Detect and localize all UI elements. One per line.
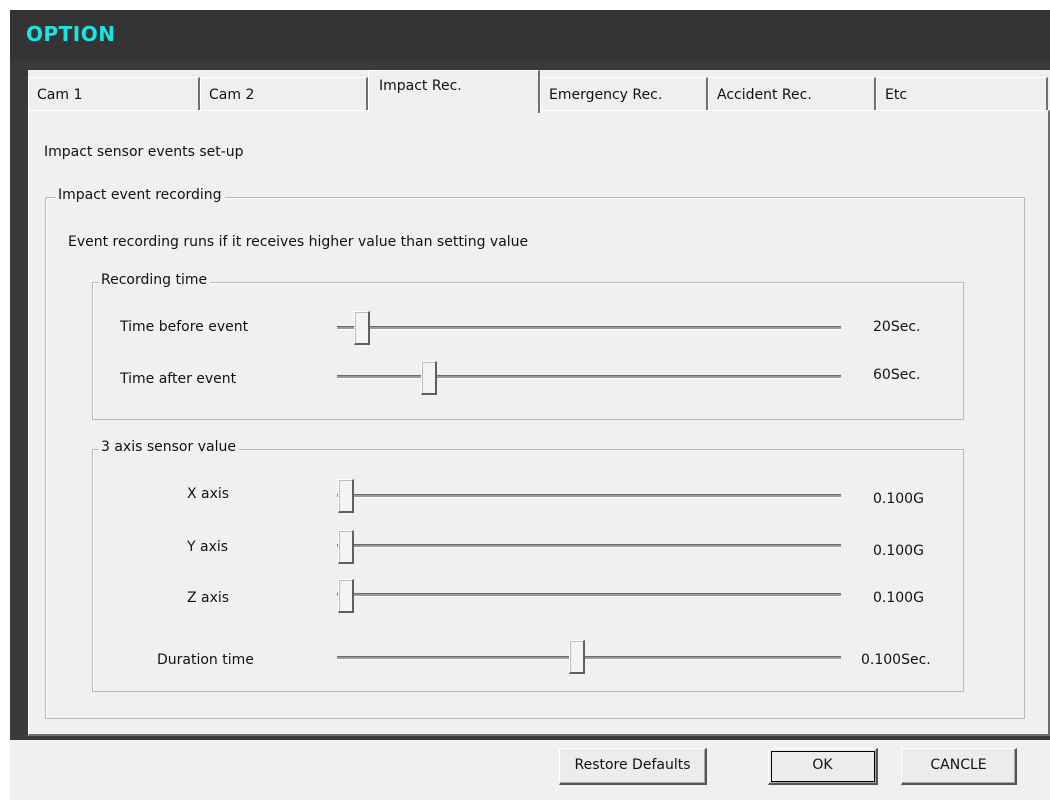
tab-cam-1[interactable]: Cam 1: [28, 77, 200, 112]
tab-label: Impact Rec.: [379, 78, 462, 94]
sensor-value-legend: 3 axis sensor value: [99, 439, 239, 455]
z-axis-thumb[interactable]: [338, 579, 354, 613]
y-axis-thumb[interactable]: [338, 530, 354, 564]
x-axis-thumb[interactable]: [338, 479, 354, 513]
tab-cam-2[interactable]: Cam 2: [200, 77, 368, 112]
duration-time-value: 0.100Sec.: [861, 652, 931, 668]
time-before-label: Time before event: [120, 319, 249, 335]
tab-accident-rec[interactable]: Accident Rec.: [708, 77, 876, 112]
time-before-value: 20Sec.: [873, 319, 921, 335]
y-axis-label: Y axis: [187, 539, 229, 555]
time-before-thumb[interactable]: [354, 311, 370, 345]
tab-label: Accident Rec.: [717, 87, 812, 103]
option-dialog: OPTION Cam 1 Cam 2 Impact Rec. Emergency…: [10, 10, 1050, 800]
tab-label: Etc: [885, 87, 908, 103]
cancel-button[interactable]: CANCLE: [901, 748, 1017, 785]
z-axis-value: 0.100G: [873, 590, 924, 606]
tab-label: Cam 2: [209, 87, 255, 103]
tab-etc[interactable]: Etc: [876, 77, 1048, 112]
y-axis-track[interactable]: [337, 545, 841, 548]
time-after-label: Time after event: [120, 371, 237, 387]
sensor-value-group: 3 axis sensor value X axis 0.100G Y axis…: [92, 439, 964, 692]
z-axis-track[interactable]: [337, 594, 841, 597]
duration-time-thumb[interactable]: [569, 640, 585, 674]
duration-time-label: Duration time: [157, 652, 254, 668]
impact-rec-panel: Impact sensor events set-up Impact event…: [28, 110, 1050, 736]
time-before-track[interactable]: [337, 327, 841, 330]
y-axis-value: 0.100G: [873, 543, 924, 559]
z-axis-label: Z axis: [187, 590, 230, 606]
x-axis-track[interactable]: [337, 495, 841, 498]
panel-heading: Impact sensor events set-up: [44, 144, 244, 160]
tab-label: Cam 1: [37, 87, 83, 103]
title-bar: OPTION: [10, 10, 1050, 60]
impact-description: Event recording runs if it receives high…: [68, 234, 529, 250]
x-axis-label: X axis: [187, 486, 230, 502]
recording-time-legend: Recording time: [99, 272, 211, 288]
restore-defaults-button[interactable]: Restore Defaults: [559, 748, 707, 785]
duration-time-track[interactable]: [337, 657, 841, 660]
impact-event-legend: Impact event recording: [56, 187, 225, 203]
impact-event-group: Impact event recording Event recording r…: [45, 187, 1025, 719]
tab-strip: Cam 1 Cam 2 Impact Rec. Emergency Rec. A…: [28, 70, 1050, 113]
tab-emergency-rec[interactable]: Emergency Rec.: [540, 77, 708, 112]
window-title: OPTION: [26, 22, 116, 46]
x-axis-value: 0.100G: [873, 491, 924, 507]
tab-label: Emergency Rec.: [549, 87, 663, 103]
recording-time-group: Recording time Time before event 20Sec. …: [92, 272, 964, 420]
tab-impact-rec[interactable]: Impact Rec.: [368, 70, 540, 113]
time-after-track[interactable]: [337, 376, 841, 379]
time-after-value: 60Sec.: [873, 367, 921, 383]
button-bar: [10, 740, 1050, 800]
ok-button[interactable]: OK: [768, 748, 878, 785]
time-after-thumb[interactable]: [421, 361, 437, 395]
